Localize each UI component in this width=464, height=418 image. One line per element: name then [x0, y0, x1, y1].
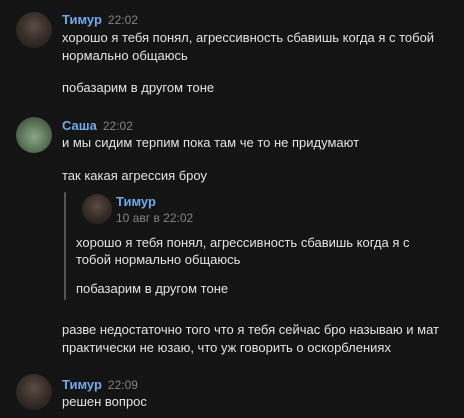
author-name[interactable]: Тимур — [62, 12, 102, 27]
avatar[interactable] — [16, 12, 52, 48]
author-name[interactable]: Саша — [62, 118, 97, 133]
message-text: практически не юзаю, что уж говорить о о… — [62, 340, 391, 355]
message-author[interactable]: Тимур 22:09 — [62, 377, 138, 392]
message-time: 22:09 — [107, 378, 138, 392]
quote-text: тобой нормально общаюсь — [76, 252, 241, 267]
message-text: так какая агрессия броу — [62, 168, 207, 183]
message-time: 22:02 — [102, 119, 133, 133]
avatar[interactable] — [82, 194, 112, 224]
quote-text: хорошо я тебя понял, агрессивность сбави… — [76, 235, 410, 250]
message-author[interactable]: Тимур 22:02 — [62, 12, 138, 27]
quote-author[interactable]: Тимур — [116, 194, 156, 209]
avatar[interactable] — [16, 117, 52, 153]
quote-time: 10 авг в 22:02 — [116, 211, 194, 225]
message-text: хорошо я тебя понял, агрессивность сбави… — [62, 30, 435, 45]
message-text: побазарим в другом тоне — [62, 80, 215, 95]
message-text: разве недостаточно того что я тебя сейча… — [62, 322, 439, 337]
quote-bar — [64, 192, 66, 300]
quote-text: побазарим в другом тоне — [76, 281, 229, 296]
message-time: 22:02 — [107, 13, 138, 27]
message-text: нормально общаюсь — [62, 48, 188, 63]
message-author[interactable]: Саша 22:02 — [62, 118, 133, 133]
avatar[interactable] — [16, 374, 52, 410]
message-text: решен вопрос — [62, 394, 147, 409]
message-text: и мы сидим терпим пока там че то не прид… — [62, 135, 360, 150]
author-name[interactable]: Тимур — [62, 377, 102, 392]
